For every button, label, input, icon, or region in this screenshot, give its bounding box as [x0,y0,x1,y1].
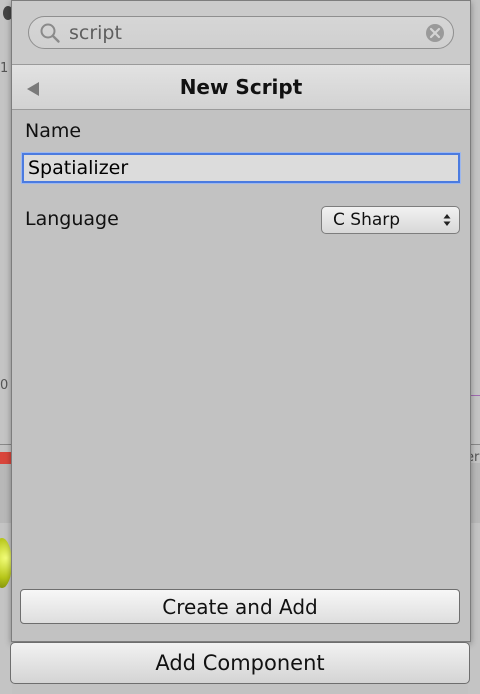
script-name-input[interactable] [22,153,460,183]
search-icon [40,23,60,43]
background-fragment: 0 [0,378,9,393]
name-label: Name [25,120,82,142]
add-component-button[interactable]: Add Component [10,642,470,684]
background-fragment: 1 [0,61,9,76]
search-field[interactable] [28,16,454,49]
language-dropdown[interactable]: C Sharp [321,206,460,234]
new-script-popup: New Script Name Language C Sharp Create … [11,0,471,642]
popup-header: New Script [12,64,470,110]
create-and-add-button[interactable]: Create and Add [20,589,460,624]
search-input[interactable] [69,18,425,47]
dropdown-arrows-icon [443,214,451,226]
language-label: Language [25,208,119,230]
clear-icon[interactable] [425,23,445,43]
popup-title: New Script [179,75,303,99]
search-area [12,1,470,64]
language-selected-value: C Sharp [333,210,401,230]
